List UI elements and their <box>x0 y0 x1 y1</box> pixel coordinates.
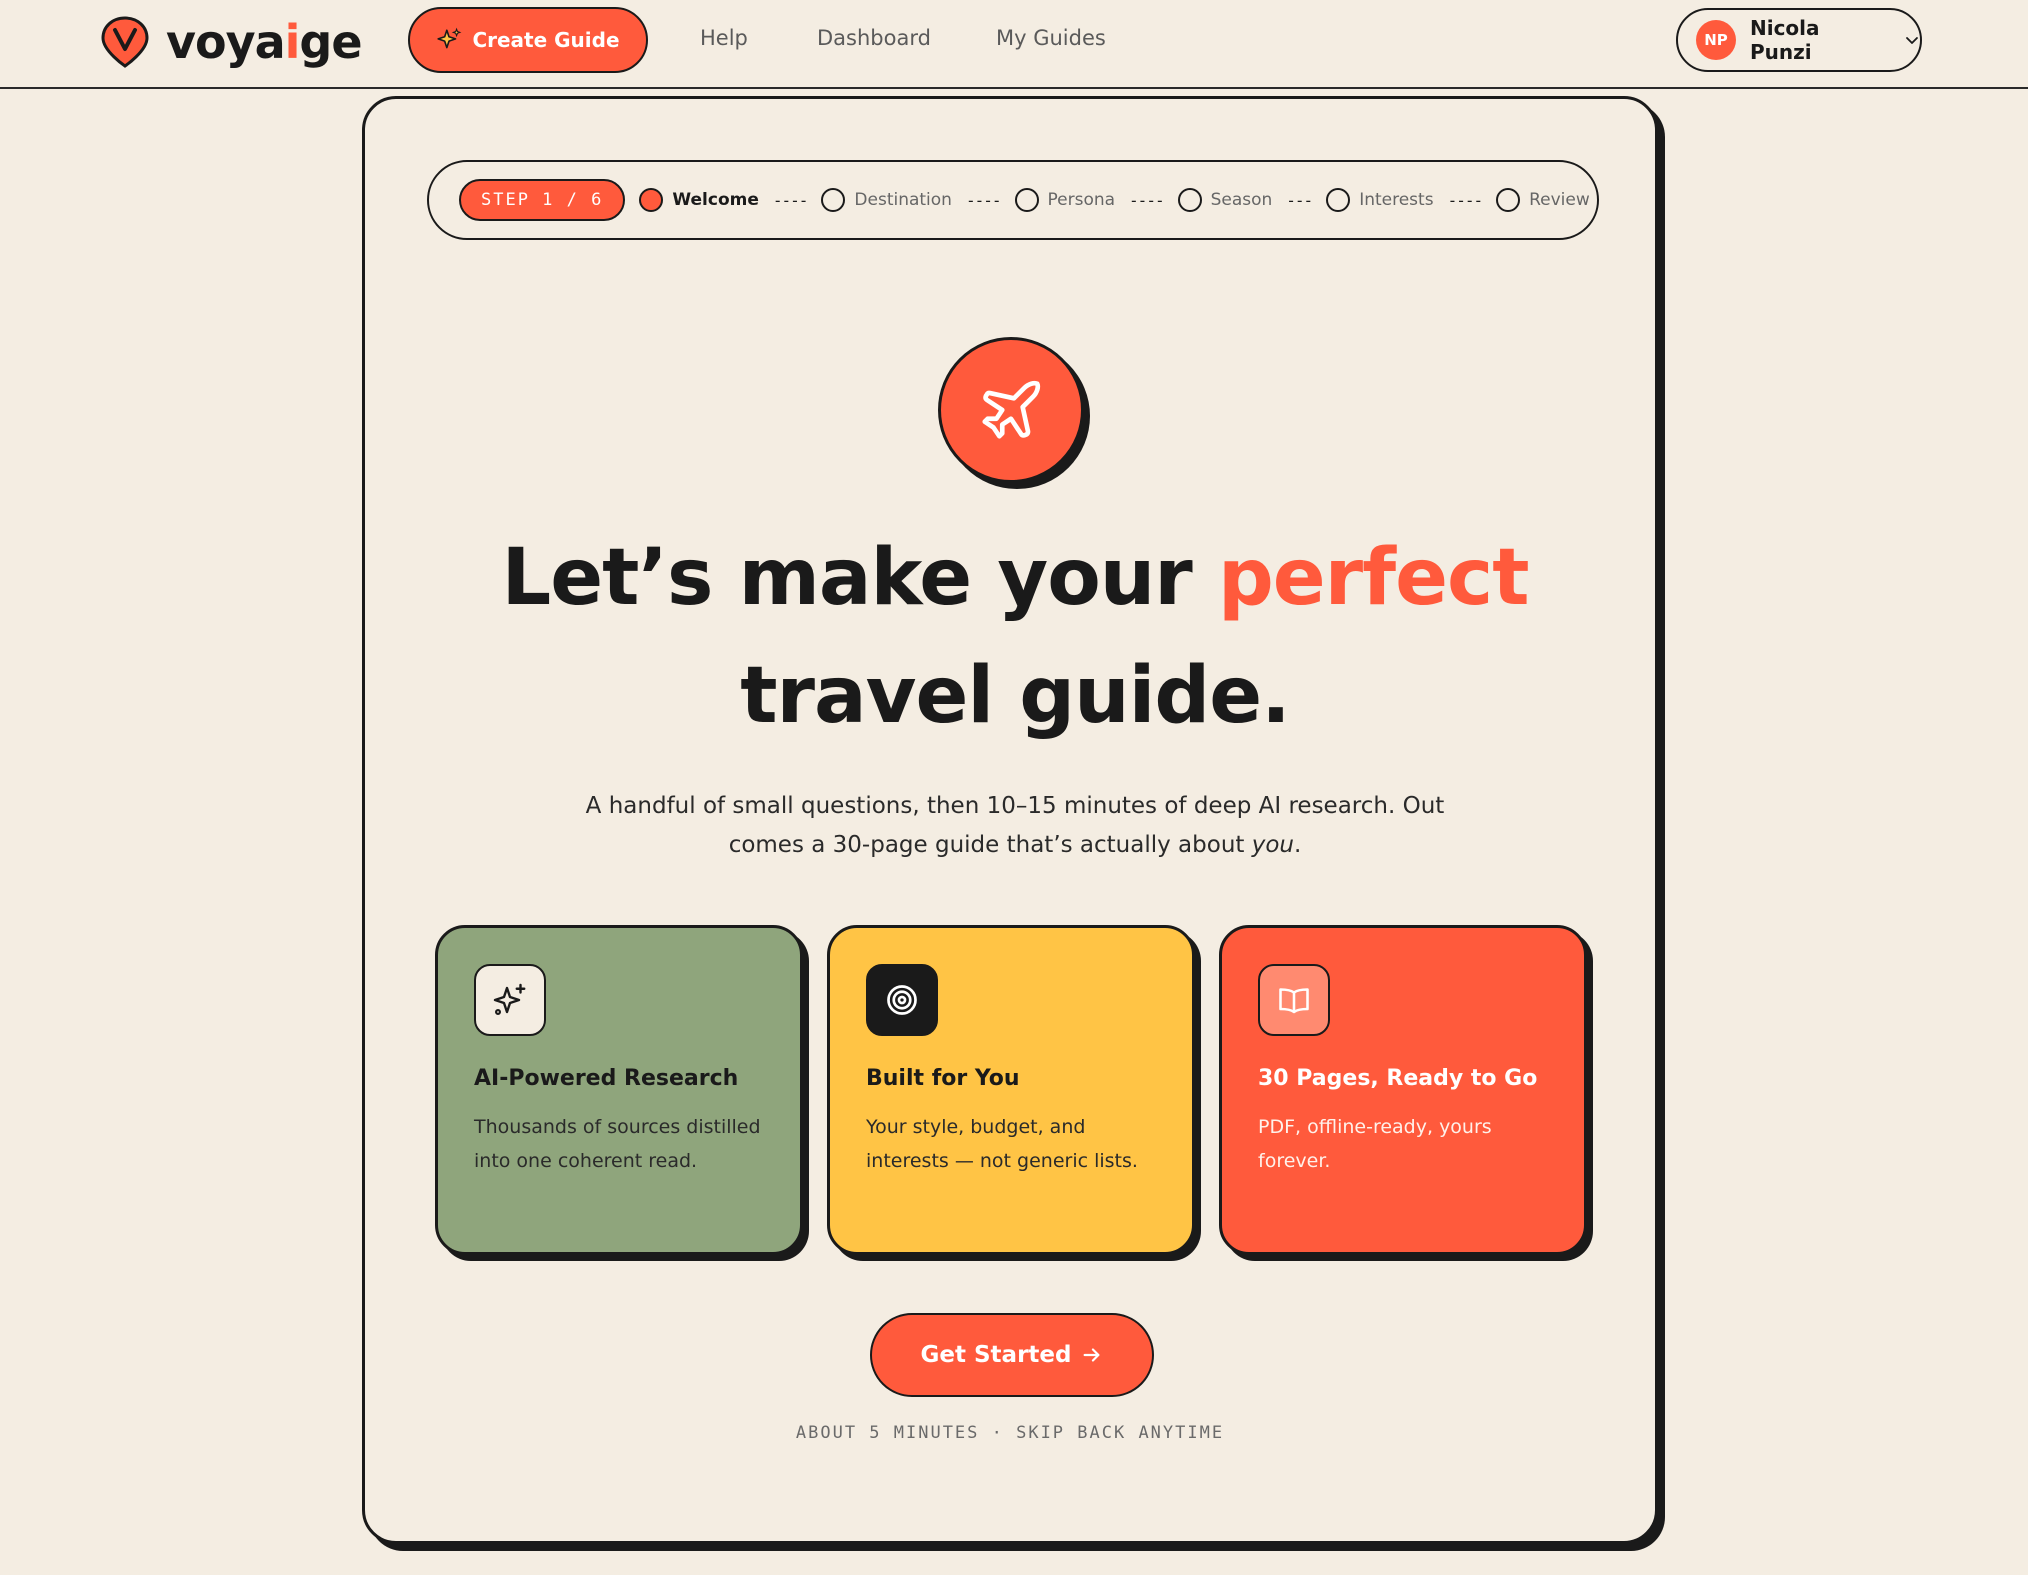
hero-badge <box>938 337 1084 483</box>
step-destination[interactable]: Destination <box>821 188 952 212</box>
feature-title: AI-Powered Research <box>474 1066 739 1091</box>
step-dot <box>1014 188 1039 212</box>
nav-dashboard[interactable]: Dashboard <box>817 26 931 50</box>
feature-card-research: AI-Powered Research Thousands of sources… <box>435 925 803 1255</box>
logo[interactable]: voyaige <box>100 14 363 70</box>
map-pin-logo-icon <box>101 16 149 68</box>
step-label: Interests <box>1359 190 1434 210</box>
step-progress: STEP 1 / 6 Welcome ---- Destination ----… <box>427 160 1599 240</box>
create-guide-label: Create Guide <box>472 28 620 52</box>
get-started-label: Get Started <box>920 1342 1072 1368</box>
step-separator: ---- <box>772 190 809 210</box>
user-name: Nicola Punzi <box>1749 16 1820 64</box>
step-dot <box>1177 188 1202 212</box>
top-nav: voyaige Create Guide Help Dashboard My G… <box>0 0 2028 89</box>
plane-icon <box>982 380 1041 439</box>
feature-desc: PDF, offline-ready, yours forever. <box>1258 1116 1492 1172</box>
step-interests[interactable]: Interests <box>1326 188 1434 212</box>
hero-title: Let’s make your perfect travel guide. <box>501 533 1530 741</box>
step-welcome[interactable]: Welcome <box>639 188 759 212</box>
book-icon <box>1279 988 1309 1014</box>
feature-desc: Your style, budget, and interests — not … <box>866 1116 1138 1172</box>
step-label: Destination <box>854 190 952 210</box>
feature-card-pages: 30 Pages, Ready to Go PDF, offline-ready… <box>1219 925 1587 1255</box>
step-season[interactable]: Season <box>1177 188 1273 212</box>
step-badge: STEP 1 / 6 <box>459 179 626 221</box>
step-dot <box>1326 188 1351 212</box>
step-label: Welcome <box>672 190 759 210</box>
feature-card-personalized: Built for You Your style, budget, and in… <box>827 925 1195 1255</box>
step-dot <box>821 188 846 212</box>
logo-wordmark: voyaige <box>166 15 363 69</box>
create-guide-button[interactable]: Create Guide <box>408 7 648 73</box>
feature-icon-box <box>866 964 938 1036</box>
cta-footnote: ABOUT 5 MINUTES · SKIP BACK ANYTIME <box>795 1423 1225 1443</box>
feature-icon-box <box>1258 964 1330 1036</box>
feature-title: 30 Pages, Ready to Go <box>1258 1066 1538 1091</box>
step-separator: ---- <box>965 190 1002 210</box>
chevron-down-icon <box>1906 37 1918 44</box>
step-persona[interactable]: Persona <box>1014 188 1116 212</box>
sparkle-icon <box>493 983 526 1016</box>
step-label: Season <box>1210 190 1273 210</box>
get-started-button[interactable]: Get Started <box>870 1313 1154 1397</box>
step-dot-active <box>639 188 664 212</box>
user-menu[interactable]: NP Nicola Punzi <box>1676 8 1922 72</box>
feature-title: Built for You <box>866 1066 1020 1091</box>
step-separator: --- <box>1286 190 1313 210</box>
avatar: NP <box>1696 20 1736 60</box>
step-separator: ---- <box>1447 190 1484 210</box>
step-label: Persona <box>1047 190 1116 210</box>
hero-subtitle: A handful of small questions, then 10–15… <box>585 793 1445 858</box>
nav-help[interactable]: Help <box>700 26 748 50</box>
arrow-right-icon <box>1084 1348 1101 1362</box>
feature-desc: Thousands of sources distilled into one … <box>474 1116 761 1172</box>
step-review[interactable]: Review <box>1496 188 1590 212</box>
nav-my-guides[interactable]: My Guides <box>996 26 1106 50</box>
step-dot <box>1496 188 1521 212</box>
step-label: Review <box>1529 190 1590 210</box>
step-separator: ---- <box>1129 190 1165 210</box>
target-icon <box>887 985 917 1015</box>
sparkle-icon <box>437 27 462 49</box>
feature-icon-box <box>474 964 546 1036</box>
onboarding-card: STEP 1 / 6 Welcome ---- Destination ----… <box>362 96 1658 1544</box>
